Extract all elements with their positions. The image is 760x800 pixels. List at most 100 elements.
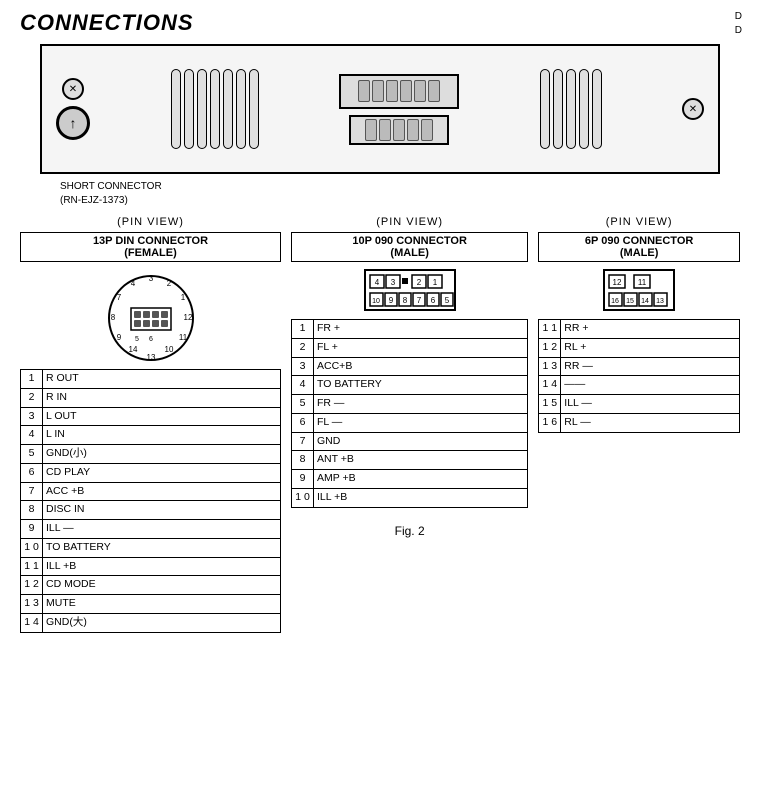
pin-num: 6 [292,413,314,432]
pin-signal: ACC +B [43,482,281,501]
pin-num: 5 [292,395,314,414]
table-row: 9AMP +B [292,470,528,489]
pin-signal: RR — [561,357,740,376]
svg-text:2: 2 [416,278,421,287]
svg-text:10: 10 [372,298,380,305]
pin-signal: ILL — [43,520,281,539]
table-row: 1 0TO BATTERY [21,538,281,557]
pinview-title-10p: (PIN VIEW) [291,216,528,228]
pin-num: 1 2 [21,576,43,595]
table-row: 3L OUT [21,407,281,426]
table-row: 7ACC +B [21,482,281,501]
svg-text:8: 8 [402,296,407,305]
pinview-title-6p: (PIN VIEW) [538,216,740,228]
table-row: 1R OUT [21,370,281,389]
pin-signal: GND(小) [43,445,281,464]
table-row: 1 5ILL — [539,395,740,414]
connector-13p-block: (PIN VIEW) 13P DIN CONNECTOR (FEMALE) [20,216,281,633]
pin-num: 1 3 [21,595,43,614]
table-row: 4L IN [21,426,281,445]
pin-signal: FR — [314,395,528,414]
svg-text:9: 9 [116,333,121,342]
hu-screw-top: ✕ [62,78,84,100]
hu-dial: ↑ [56,106,90,140]
table-row: 3ACC+B [292,357,528,376]
pinview-title-13p: (PIN VIEW) [20,216,281,228]
pin-num: 4 [21,426,43,445]
pin-num: 1 1 [539,320,561,339]
table-row: 1 2CD MODE [21,576,281,595]
pin-signal: FL — [314,413,528,432]
pin-num: 1 4 [539,376,561,395]
pin-signal: RL + [561,338,740,357]
table-row: 6CD PLAY [21,463,281,482]
pin-num: 9 [292,470,314,489]
pin-num: 7 [292,432,314,451]
pin-num: 1 4 [21,613,43,632]
svg-text:12: 12 [613,278,622,287]
hu-screw-right: ✕ [682,98,704,120]
pin-num: 2 [21,388,43,407]
pin-num: 9 [21,520,43,539]
pin-num: 7 [21,482,43,501]
pin-signal: CD PLAY [43,463,281,482]
table-row: 1 0ILL +B [292,488,528,507]
svg-text:3: 3 [148,274,153,283]
din-circle-diagram: 3 2 1 12 11 10 13 14 9 8 7 4 5 6 [20,268,281,363]
pin-num: 8 [292,451,314,470]
svg-text:7: 7 [416,296,421,305]
svg-text:6: 6 [430,296,435,305]
pin-signal: GND [314,432,528,451]
pin-num: 1 0 [21,538,43,557]
connector-13p-name: 13P DIN CONNECTOR (FEMALE) [20,232,281,262]
svg-text:4: 4 [130,279,135,288]
head-unit-diagram: ✕ ↑ [40,44,720,174]
svg-text:4: 4 [374,278,379,287]
pin-signal: TO BATTERY [314,376,528,395]
pin-signal: ILL +B [314,488,528,507]
table-row: 5FR — [292,395,528,414]
connector-10p-block: (PIN VIEW) 10P 090 CONNECTOR (MALE) 4 3 [291,216,528,633]
svg-text:1: 1 [432,278,437,287]
pin-signal: —— [561,376,740,395]
pin-signal: ILL +B [43,557,281,576]
table-row: 1 6RL — [539,413,740,432]
table-row: 6FL — [292,413,528,432]
pin-signal: CD MODE [43,576,281,595]
pin-num: 1 [292,320,314,339]
svg-text:16: 16 [611,298,619,305]
svg-text:2: 2 [166,279,171,288]
svg-text:15: 15 [626,298,634,305]
table-row: 7GND [292,432,528,451]
page-title: CONNECTIONS [20,10,740,36]
pin-signal: RR + [561,320,740,339]
svg-text:13: 13 [146,353,155,362]
hu-left-vents [171,69,259,149]
table-row: 1 2RL + [539,338,740,357]
table-row: 8DISC IN [21,501,281,520]
pin-signal: L IN [43,426,281,445]
table-row: 1 3RR — [539,357,740,376]
svg-text:9: 9 [388,296,393,305]
svg-text:14: 14 [128,345,137,354]
pin-signal: R IN [43,388,281,407]
pin-signal: GND(大) [43,613,281,632]
pin-table-10p: 1FR +2FL +3ACC+B4TO BATTERY5FR —6FL —7GN… [291,319,528,508]
pin-num: 2 [292,338,314,357]
table-row: 2FL + [292,338,528,357]
connector-6p-name: 6P 090 CONNECTOR (MALE) [538,232,740,262]
pin-num: 1 5 [539,395,561,414]
svg-text:5: 5 [444,296,449,305]
pin-num: 5 [21,445,43,464]
table-row: 1FR + [292,320,528,339]
table-row: 4TO BATTERY [292,376,528,395]
pin-signal: L OUT [43,407,281,426]
svg-text:3: 3 [390,278,395,287]
pin-signal: FL + [314,338,528,357]
corner-text: DD [735,10,742,38]
pin-signal: MUTE [43,595,281,614]
connector-10p-diagram: 4 3 2 1 10 9 8 7 [291,268,528,313]
pin-signal: DISC IN [43,501,281,520]
connector-10p-name: 10P 090 CONNECTOR (MALE) [291,232,528,262]
table-row: 9ILL — [21,520,281,539]
